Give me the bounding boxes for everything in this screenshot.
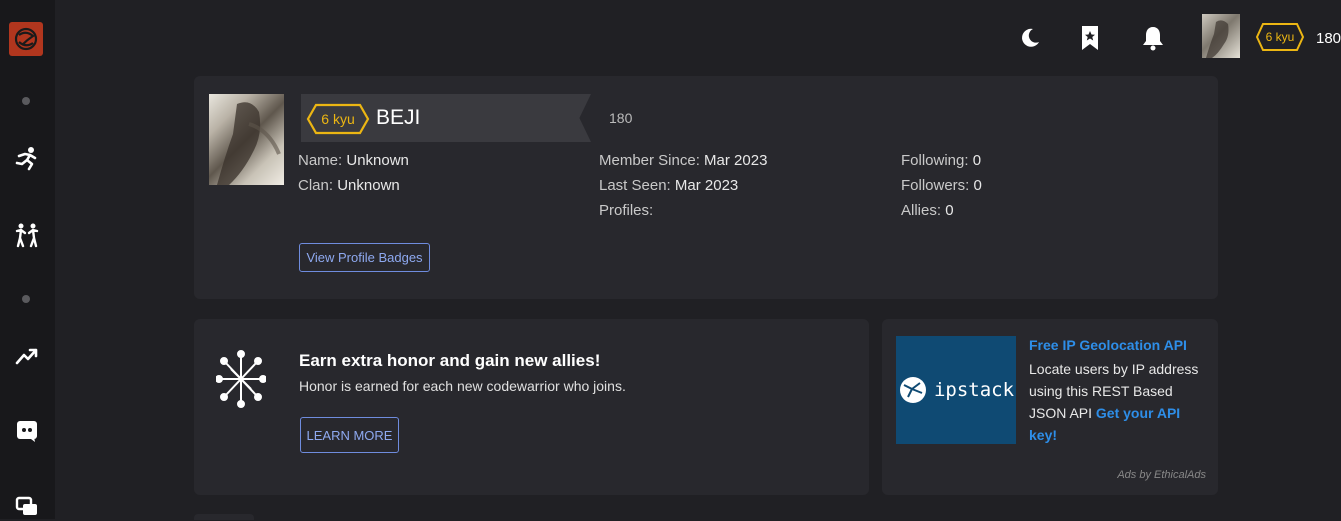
- profile-card: 6 kyu BEJI 180 Name: Unknown Clan: Unkno…: [194, 76, 1218, 299]
- honor-promo-text: Honor is earned for each new codewarrior…: [299, 378, 626, 394]
- allies-value: 0: [945, 202, 954, 219]
- sidebar: [0, 0, 55, 519]
- profiles-label: Profiles:: [599, 202, 654, 219]
- profile-rank-label: 6 kyu: [321, 111, 355, 127]
- profile-username: BEJI: [376, 106, 421, 129]
- ad-body: Locate users by IP address using this RE…: [1029, 358, 1209, 446]
- globe-icon: [899, 377, 926, 403]
- profiles-row: Profiles:: [599, 202, 653, 219]
- bell-icon[interactable]: [1140, 24, 1166, 52]
- clan-value: Unknown: [337, 177, 400, 194]
- rank-badge-label: 6 kyu: [1265, 30, 1295, 44]
- ad-card: ipstack Free IP Geolocation API Locate u…: [882, 319, 1218, 495]
- honor-promo-title: Earn extra honor and gain new allies!: [299, 351, 601, 370]
- network-icon: [215, 349, 267, 409]
- name-value: Unknown: [346, 152, 409, 169]
- learn-more-button[interactable]: LEARN MORE: [300, 417, 399, 453]
- ad-image[interactable]: ipstack: [896, 336, 1016, 444]
- last-seen-value: Mar 2023: [674, 177, 739, 194]
- profile-avatar: [209, 94, 284, 185]
- clan-row: Clan: Unknown: [298, 177, 400, 194]
- codewars-logo-icon: [14, 27, 38, 51]
- followers-value: 0: [973, 177, 982, 194]
- rank-badge[interactable]: 6 kyu: [1255, 22, 1305, 52]
- bookmark-star-icon[interactable]: [1077, 24, 1103, 52]
- member-since-row: Member Since: Mar 2023: [599, 152, 767, 169]
- ad-brand: ipstack: [933, 379, 1015, 401]
- view-profile-badges-button[interactable]: View Profile Badges: [299, 243, 430, 272]
- member-since-label: Member Since:: [599, 152, 700, 169]
- allies-row[interactable]: Allies: 0: [901, 202, 954, 219]
- ad-title-link[interactable]: Free IP Geolocation API: [1029, 337, 1187, 353]
- honor-count: 180: [1316, 30, 1341, 47]
- following-value: 0: [972, 152, 982, 169]
- leaderboard-icon[interactable]: [14, 343, 40, 369]
- followers-label: Followers:: [901, 177, 970, 194]
- name-label: Name:: [298, 152, 343, 169]
- followers-row[interactable]: Followers: 0: [901, 177, 982, 194]
- moon-icon[interactable]: [1017, 24, 1043, 52]
- codewars-logo[interactable]: [9, 22, 43, 56]
- name-row: Name: Unknown: [298, 152, 409, 169]
- kumite-icon[interactable]: [14, 222, 40, 248]
- discord-icon[interactable]: [14, 418, 40, 444]
- next-card-edge: [194, 514, 254, 520]
- sidebar-divider-dot: [22, 97, 30, 105]
- last-seen-row: Last Seen: Mar 2023: [599, 177, 738, 194]
- following-label: Following:: [901, 152, 969, 169]
- last-seen-label: Last Seen:: [599, 177, 671, 194]
- member-since-value: Mar 2023: [704, 152, 768, 169]
- allies-label: Allies:: [901, 202, 942, 219]
- sidebar-divider-dot: [22, 295, 30, 303]
- user-avatar[interactable]: [1202, 14, 1240, 58]
- ad-footer[interactable]: Ads by EthicalAds: [1117, 469, 1206, 481]
- practice-icon[interactable]: [14, 145, 40, 171]
- forum-icon[interactable]: [14, 495, 40, 521]
- profile-rank-badge: 6 kyu: [306, 103, 370, 135]
- honor-promo-card: Earn extra honor and gain new allies! Ho…: [194, 319, 869, 495]
- profile-honor: 180: [609, 110, 633, 126]
- clan-label: Clan:: [298, 177, 334, 194]
- following-row[interactable]: Following: 0: [901, 152, 981, 169]
